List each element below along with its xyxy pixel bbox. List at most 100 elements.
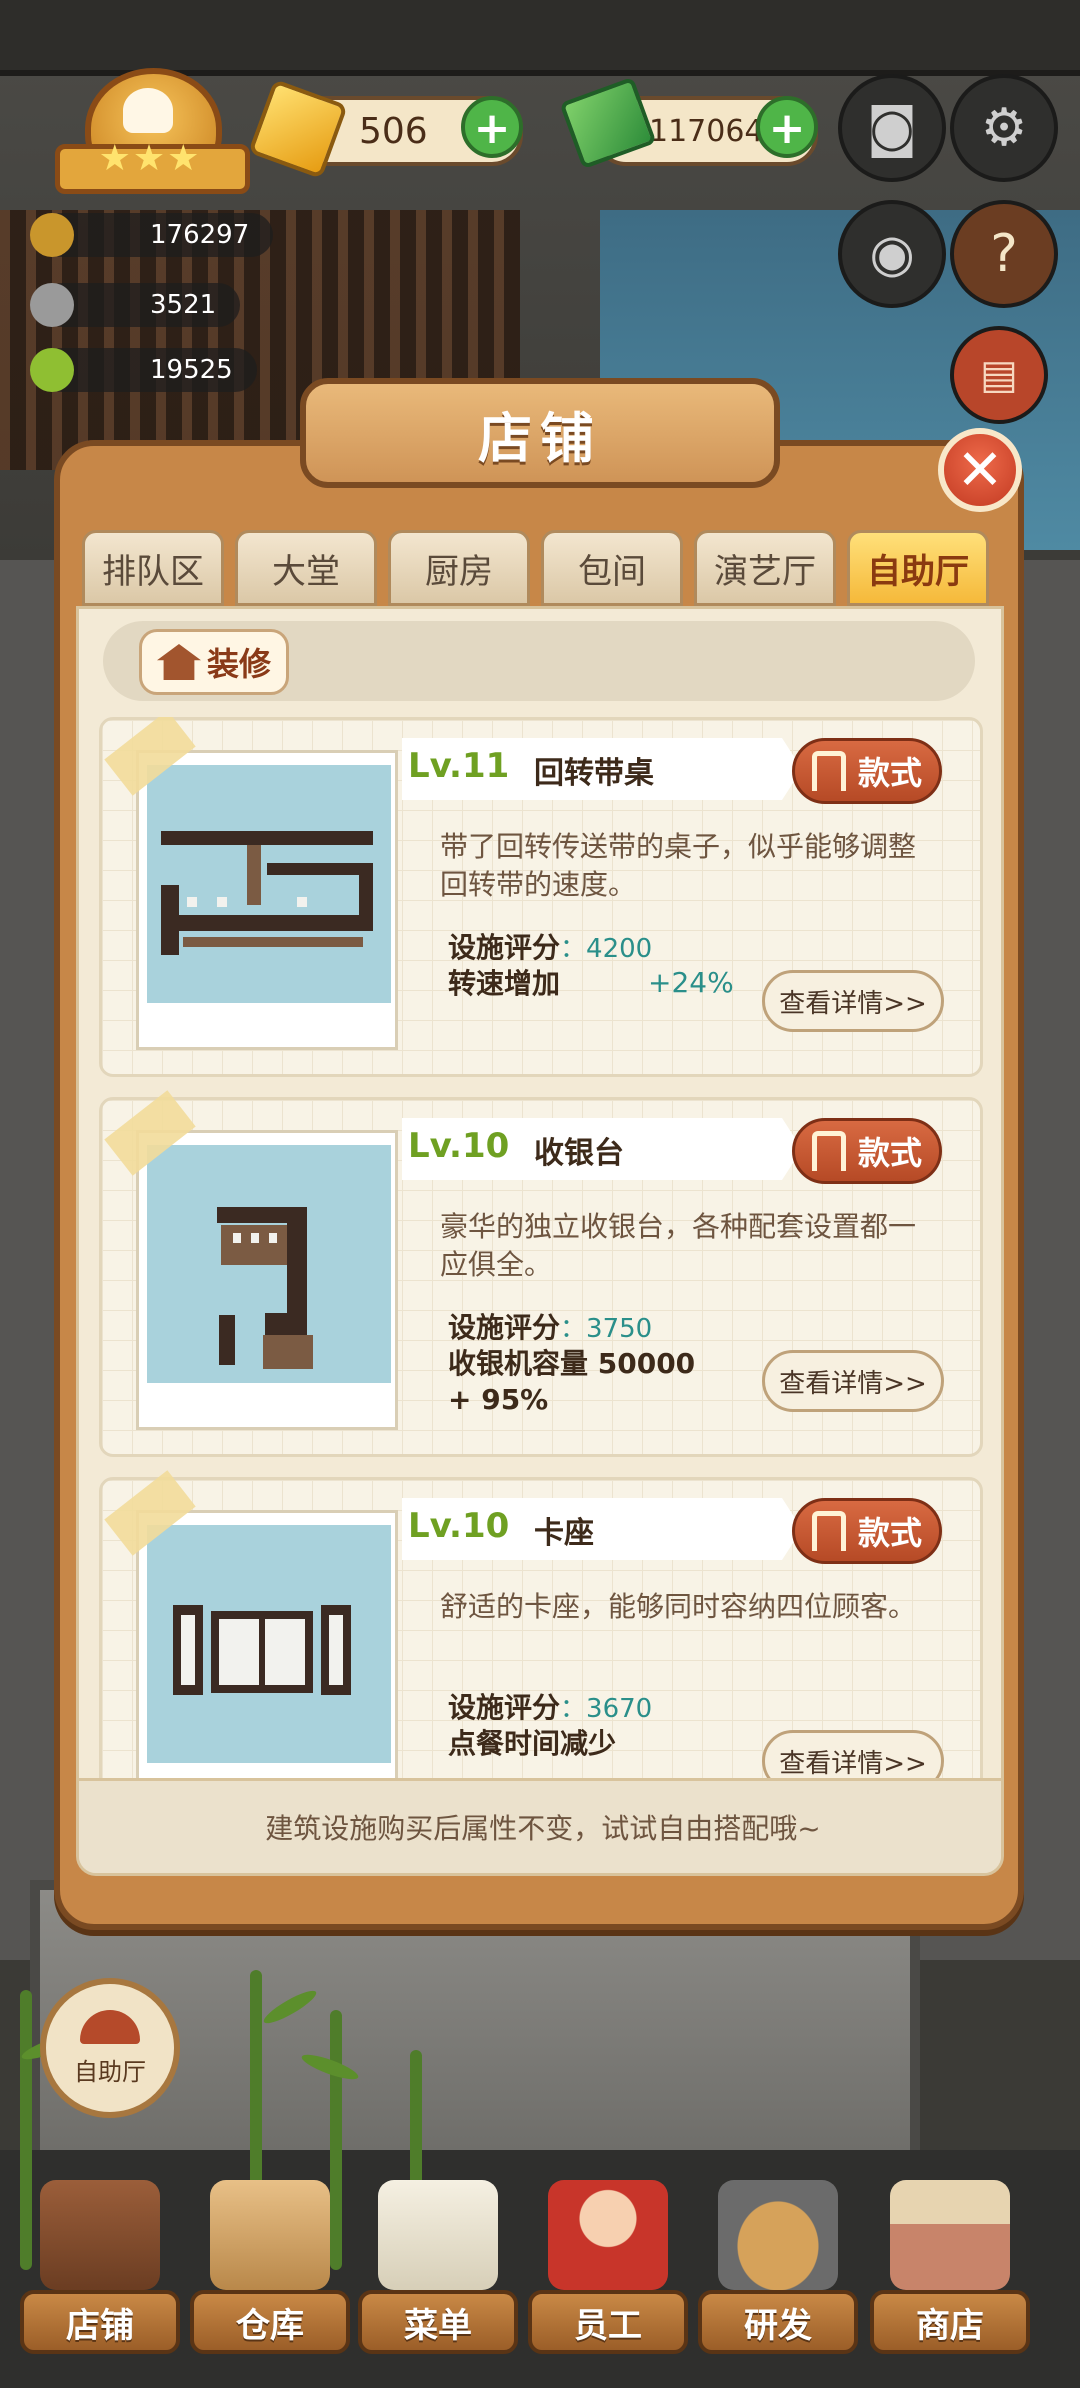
- guide-book-icon: ?: [990, 224, 1018, 284]
- red-book-icon: ▤: [980, 352, 1018, 398]
- gem-counter: 506 +: [248, 79, 523, 179]
- score-label: 设施评分: [448, 1311, 561, 1344]
- facility-name: 卡座: [534, 1516, 594, 1551]
- close-icon: ✕: [956, 437, 1004, 503]
- clipboard-icon: [378, 2180, 498, 2290]
- nav-warehouse[interactable]: 仓库: [190, 2170, 350, 2388]
- boxes-icon: [210, 2180, 330, 2290]
- nav-label: 研发: [698, 2290, 858, 2354]
- nav-menu[interactable]: 菜单: [358, 2170, 518, 2388]
- nav-research[interactable]: 研发: [698, 2170, 858, 2388]
- chef-hat-icon: [123, 88, 173, 133]
- attribute-label: 点餐时间减少: [448, 1727, 617, 1760]
- camera-button[interactable]: ◙: [838, 74, 946, 182]
- settings-button[interactable]: ⚙: [950, 74, 1058, 182]
- facility-level: Lv.10: [408, 1506, 510, 1546]
- close-button[interactable]: ✕: [938, 428, 1022, 512]
- facility-level: Lv.10: [408, 1126, 510, 1166]
- camera-icon: ◙: [866, 98, 918, 158]
- attribute-value: +24%: [648, 966, 734, 999]
- cooking-pot-icon: [718, 2180, 838, 2290]
- style-label: 款式: [857, 754, 922, 792]
- style-button[interactable]: 款式: [792, 1498, 942, 1564]
- score-label: 设施评分: [448, 931, 561, 964]
- facility-photo: [136, 1130, 398, 1430]
- style-label: 款式: [857, 1514, 922, 1552]
- add-gems-button[interactable]: +: [461, 96, 523, 158]
- style-label: 款式: [857, 1134, 922, 1172]
- tab-performance-hall[interactable]: 演艺厅: [694, 530, 836, 606]
- buffet-hall-label: 自助厅: [74, 2057, 146, 2086]
- facility-description: 带了回转传送带的桌子，似乎能够调整回转带的速度。: [440, 830, 917, 901]
- nav-label: 仓库: [190, 2290, 350, 2354]
- red-book-button[interactable]: ▤: [950, 326, 1048, 424]
- stat-value: 176297: [150, 220, 250, 250]
- stat-value: 19525: [150, 355, 233, 385]
- score-label: 设施评分: [448, 1691, 561, 1724]
- nav-staff[interactable]: 员工: [528, 2170, 688, 2388]
- chair-icon: [811, 1511, 846, 1551]
- storefront-icon: [40, 2180, 160, 2290]
- facility-photo: [136, 750, 398, 1050]
- eye-icon: ◉: [869, 224, 915, 284]
- score-value: 4200: [586, 934, 653, 964]
- tab-kitchen[interactable]: 厨房: [388, 530, 530, 606]
- shop-stall-icon: [890, 2180, 1010, 2290]
- cash-counter: 1170642 +: [559, 76, 818, 170]
- facility-card: Lv.11 回转带桌 款式 带了回转传送带的桌子，似乎能够调整回转带的速度。 设…: [99, 717, 983, 1077]
- facility-level: Lv.11: [408, 746, 510, 786]
- view-details-button[interactable]: 查看详情>>: [762, 970, 944, 1032]
- chair-icon: [811, 1131, 846, 1171]
- add-cash-button[interactable]: +: [756, 96, 818, 158]
- view-details-button[interactable]: 查看详情>>: [762, 1350, 944, 1412]
- style-button[interactable]: 款式: [792, 738, 942, 804]
- rank-stars: ★★★: [98, 138, 202, 179]
- chef-rank-badge[interactable]: ★★★: [55, 68, 250, 194]
- guide-button[interactable]: ?: [950, 200, 1058, 308]
- house-icon: [156, 644, 201, 680]
- stat-row-2: 3521: [30, 283, 241, 327]
- waiter-icon: [548, 2180, 668, 2290]
- panel-content: 装修 Lv.11 回转带桌 款式 带了回转传送带的桌子，似乎能够调整回转带的速度…: [76, 606, 1004, 1876]
- nav-label: 菜单: [358, 2290, 518, 2354]
- nav-label: 店铺: [20, 2290, 180, 2354]
- roof-beam: [0, 0, 1080, 76]
- stat-value: 3521: [150, 290, 217, 320]
- nav-shop-front[interactable]: 店铺: [20, 2170, 180, 2388]
- decorate-button[interactable]: 装修: [139, 629, 289, 695]
- tab-lobby[interactable]: 大堂: [235, 530, 377, 606]
- facility-name: 收银台: [534, 1136, 624, 1171]
- panel-title: 店铺: [300, 378, 780, 488]
- nav-label: 员工: [528, 2290, 688, 2354]
- stat-row-3: 19525: [30, 348, 257, 392]
- nav-store[interactable]: 商店: [870, 2170, 1030, 2388]
- settings-icon: ⚙: [980, 98, 1028, 158]
- facility-photo: [136, 1510, 398, 1810]
- tab-private-room[interactable]: 包间: [541, 530, 683, 606]
- attribute-label: 收银机容量 50000 + 95%: [448, 1347, 696, 1416]
- cloche-icon: [80, 2009, 140, 2044]
- tab-buffet-hall[interactable]: 自助厅: [847, 530, 989, 606]
- facility-list[interactable]: Lv.11 回转带桌 款式 带了回转传送带的桌子，似乎能够调整回转带的速度。 设…: [91, 717, 995, 1873]
- tab-queue-area[interactable]: 排队区: [82, 530, 224, 606]
- facility-name: 回转带桌: [534, 756, 654, 791]
- trophy-icon: [30, 213, 74, 257]
- chair-icon: [811, 751, 846, 791]
- facility-score: 设施评分：3750: [448, 1311, 653, 1344]
- facility-description: 豪华的独立收银台，各种配套设置都一应俱全。: [440, 1210, 917, 1281]
- dish-icon: [30, 283, 74, 327]
- gem-value: 506: [359, 110, 428, 152]
- decorate-label: 装修: [206, 645, 271, 683]
- facility-score: 设施评分：3670: [448, 1691, 653, 1724]
- recipe-icon: [30, 348, 74, 392]
- score-value: 3750: [586, 1314, 653, 1344]
- view-toggle-button[interactable]: ◉: [838, 200, 946, 308]
- score-value: 3670: [586, 1694, 653, 1724]
- style-button[interactable]: 款式: [792, 1118, 942, 1184]
- facility-card: Lv.10 收银台 款式 豪华的独立收银台，各种配套设置都一应俱全。 设施评分：…: [99, 1090, 983, 1457]
- cashier-counter-image: [147, 1145, 391, 1383]
- buffet-hall-button[interactable]: 自助厅: [40, 1978, 180, 2118]
- facility-score: 设施评分：4200: [448, 931, 653, 964]
- area-tabs: 排队区 大堂 厨房 包间 演艺厅 自助厅: [82, 530, 1002, 610]
- facility-description: 舒适的卡座，能够同时容纳四位顾客。: [440, 1590, 917, 1623]
